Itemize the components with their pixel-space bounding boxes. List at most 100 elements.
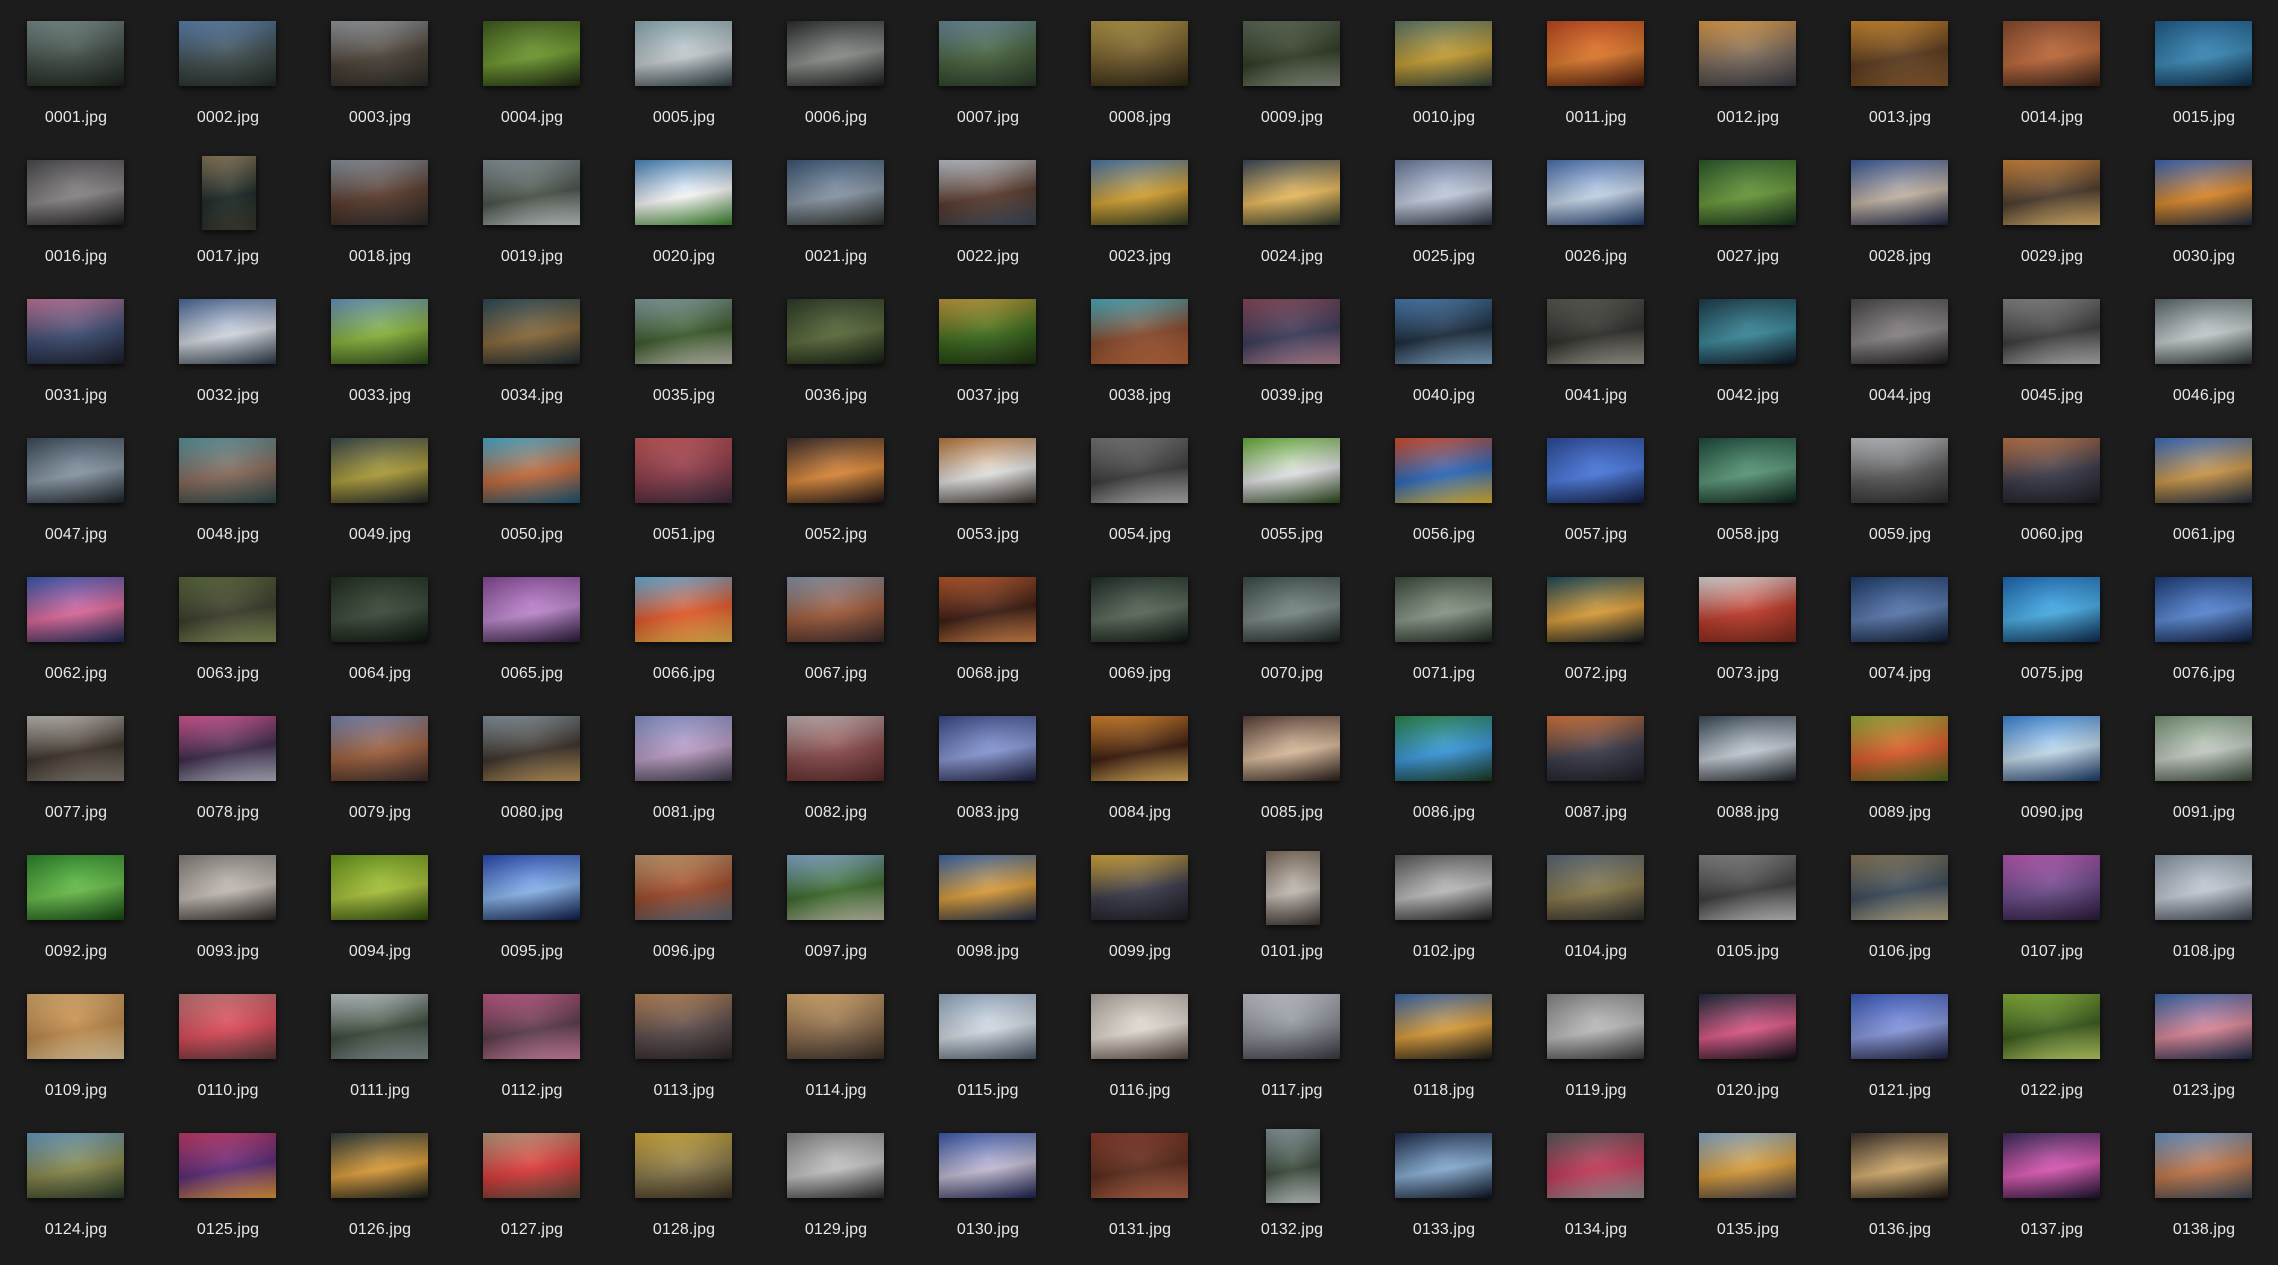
file-item[interactable]: 0047.jpg [0,417,152,556]
file-item[interactable]: 0058.jpg [1672,417,1824,556]
image-thumbnail[interactable] [635,299,732,364]
file-item[interactable]: 0098.jpg [912,834,1064,973]
file-item[interactable]: 0034.jpg [456,278,608,417]
image-thumbnail[interactable] [787,299,884,364]
image-thumbnail[interactable] [2155,299,2252,364]
file-item[interactable]: 0112.jpg [456,973,608,1112]
file-item[interactable]: 0099.jpg [1064,834,1216,973]
image-thumbnail[interactable] [2003,160,2100,225]
file-item[interactable]: 0072.jpg [1520,556,1672,695]
file-item[interactable]: 0125.jpg [152,1112,304,1251]
file-item[interactable]: 0036.jpg [760,278,912,417]
file-item[interactable]: 0016.jpg [0,139,152,278]
image-thumbnail[interactable] [483,994,580,1059]
image-thumbnail[interactable] [1091,160,1188,225]
image-thumbnail[interactable] [1851,160,1948,225]
file-item[interactable]: 0132.jpg [1216,1112,1368,1251]
file-item[interactable]: 0113.jpg [608,973,760,1112]
image-thumbnail[interactable] [179,994,276,1059]
image-thumbnail[interactable] [179,299,276,364]
file-item[interactable]: 0056.jpg [1368,417,1520,556]
image-thumbnail[interactable] [939,21,1036,86]
image-thumbnail[interactable] [1547,577,1644,642]
image-thumbnail[interactable] [2003,1133,2100,1198]
file-item[interactable]: 0096.jpg [608,834,760,973]
file-item[interactable]: 0091.jpg [2128,695,2278,834]
file-item[interactable]: 0005.jpg [608,0,760,139]
file-item[interactable]: 0051.jpg [608,417,760,556]
file-item[interactable]: 0114.jpg [760,973,912,1112]
image-thumbnail[interactable] [1243,299,1340,364]
image-thumbnail[interactable] [787,855,884,920]
image-thumbnail[interactable] [2003,855,2100,920]
image-thumbnail[interactable] [1091,438,1188,503]
file-item[interactable]: 0046.jpg [2128,278,2278,417]
image-thumbnail[interactable] [483,21,580,86]
file-item[interactable]: 0003.jpg [304,0,456,139]
file-item[interactable]: 0014.jpg [1976,0,2128,139]
image-thumbnail[interactable] [1547,299,1644,364]
file-item[interactable]: 0121.jpg [1824,973,1976,1112]
file-item[interactable]: 0028.jpg [1824,139,1976,278]
image-thumbnail[interactable] [483,577,580,642]
file-item[interactable]: 0008.jpg [1064,0,1216,139]
image-thumbnail[interactable] [179,1133,276,1198]
file-item[interactable]: 0085.jpg [1216,695,1368,834]
image-thumbnail[interactable] [1851,716,1948,781]
file-item[interactable]: 0044.jpg [1824,278,1976,417]
image-thumbnail[interactable] [1699,994,1796,1059]
image-thumbnail[interactable] [635,855,732,920]
file-item[interactable]: 0097.jpg [760,834,912,973]
image-thumbnail[interactable] [2003,577,2100,642]
image-thumbnail[interactable] [1091,21,1188,86]
image-thumbnail[interactable] [2155,160,2252,225]
image-thumbnail[interactable] [2155,577,2252,642]
file-item[interactable]: 0040.jpg [1368,278,1520,417]
file-item[interactable]: 0116.jpg [1064,973,1216,1112]
image-thumbnail[interactable] [1851,994,1948,1059]
image-thumbnail[interactable] [939,716,1036,781]
file-item[interactable]: 0042.jpg [1672,278,1824,417]
file-item[interactable]: 0117.jpg [1216,973,1368,1112]
file-item[interactable]: 0001.jpg [0,0,152,139]
image-thumbnail[interactable] [939,994,1036,1059]
image-thumbnail[interactable] [1395,994,1492,1059]
file-item[interactable]: 0011.jpg [1520,0,1672,139]
image-thumbnail[interactable] [1243,577,1340,642]
file-item[interactable]: 0024.jpg [1216,139,1368,278]
file-item[interactable]: 0031.jpg [0,278,152,417]
image-thumbnail[interactable] [1395,299,1492,364]
file-item[interactable]: 0078.jpg [152,695,304,834]
file-item[interactable]: 0057.jpg [1520,417,1672,556]
image-thumbnail[interactable] [787,21,884,86]
image-thumbnail[interactable] [1547,716,1644,781]
image-thumbnail[interactable] [1243,716,1340,781]
image-thumbnail[interactable] [1243,160,1340,225]
file-item[interactable]: 0048.jpg [152,417,304,556]
image-thumbnail[interactable] [27,1133,124,1198]
file-item[interactable]: 0025.jpg [1368,139,1520,278]
image-thumbnail[interactable] [787,438,884,503]
image-thumbnail[interactable] [2003,994,2100,1059]
file-item[interactable]: 0070.jpg [1216,556,1368,695]
file-item[interactable]: 0133.jpg [1368,1112,1520,1251]
file-item[interactable]: 0017.jpg [152,139,304,278]
image-thumbnail[interactable] [1547,21,1644,86]
file-item[interactable]: 0050.jpg [456,417,608,556]
image-thumbnail[interactable] [27,577,124,642]
file-item[interactable]: 0084.jpg [1064,695,1216,834]
image-thumbnail[interactable] [331,438,428,503]
file-item[interactable]: 0079.jpg [304,695,456,834]
image-thumbnail[interactable] [635,160,732,225]
image-thumbnail[interactable] [1243,21,1340,86]
image-thumbnail[interactable] [2155,1133,2252,1198]
file-item[interactable]: 0035.jpg [608,278,760,417]
image-thumbnail[interactable] [1395,160,1492,225]
image-thumbnail[interactable] [331,299,428,364]
image-thumbnail[interactable] [1699,855,1796,920]
image-thumbnail[interactable] [1699,21,1796,86]
image-thumbnail[interactable] [1547,438,1644,503]
image-thumbnail[interactable] [1395,1133,1492,1198]
file-item[interactable]: 0021.jpg [760,139,912,278]
image-thumbnail[interactable] [1266,851,1320,925]
